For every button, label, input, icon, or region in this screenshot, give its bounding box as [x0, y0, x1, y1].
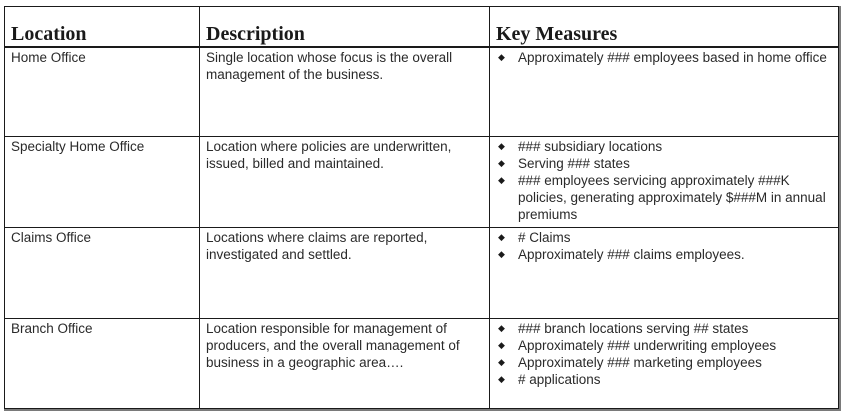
header-location: Location: [4, 6, 200, 48]
key-measures-list: ◆ # Claims ◆ Approximately ### claims empl…: [496, 229, 832, 263]
measure-text: # applications: [518, 372, 601, 387]
diamond-bullet-icon: ◆: [498, 175, 505, 185]
key-measures-cell: ◆ Approximately ### employees based in ho…: [489, 46, 839, 137]
diamond-bullet-icon: ◆: [498, 340, 505, 350]
measure-item: ◆ # Claims: [496, 229, 832, 246]
location-cell: Home Office: [4, 46, 200, 137]
measure-item: ◆ ### employees servicing approximately #…: [496, 172, 832, 223]
key-measures-list: ◆ Approximately ### employees based in ho…: [496, 49, 832, 66]
measure-item: ◆ Approximately ### underwriting employee…: [496, 337, 832, 354]
measure-text: ### subsidiary locations: [518, 139, 663, 154]
measure-text: Approximately ### employees based in hom…: [518, 49, 827, 65]
header-description: Description: [199, 6, 490, 48]
description-cell: Location where policies are underwritten…: [199, 136, 490, 228]
location-cell: Specialty Home Office: [4, 136, 200, 228]
table-row: Specialty Home Office Location where pol…: [4, 136, 839, 228]
diamond-bullet-icon: ◆: [498, 323, 505, 333]
diamond-bullet-icon: ◆: [498, 249, 505, 259]
key-measures-list: ◆ ### branch locations serving ## states …: [496, 320, 832, 388]
table-row: Branch Office Location responsible for m…: [4, 318, 839, 409]
header-row: Location Description Key Measures: [4, 6, 839, 48]
diamond-bullet-icon: ◆: [498, 357, 505, 367]
header-key-measures: Key Measures: [489, 6, 839, 48]
description-cell: Locations where claims are reported, inv…: [199, 227, 490, 319]
measure-item: ◆ ### subsidiary locations: [496, 138, 832, 155]
measure-text: Approximately ### claims employees.: [518, 247, 745, 262]
diamond-bullet-icon: ◆: [498, 374, 505, 384]
measure-item: ◆ Approximately ### employees based in ho…: [496, 49, 832, 66]
key-measures-cell: ◆ # Claims ◆ Approximately ### claims empl…: [489, 227, 839, 319]
diamond-bullet-icon: ◆: [498, 51, 505, 62]
key-measures-cell: ◆ ### branch locations serving ## states …: [489, 318, 839, 409]
location-cell: Branch Office: [4, 318, 200, 409]
measure-item: ◆ ### branch locations serving ## states: [496, 320, 832, 337]
table-row: Home Office Single location whose focus …: [4, 46, 839, 137]
table-row: Claims Office Locations where claims are…: [4, 227, 839, 319]
measure-text: # Claims: [518, 230, 571, 245]
diamond-bullet-icon: ◆: [498, 141, 505, 151]
measure-item: ◆ Approximately ### marketing employees: [496, 354, 832, 371]
description-cell: Single location whose focus is the overa…: [199, 46, 490, 137]
location-cell: Claims Office: [4, 227, 200, 319]
measure-text: Approximately ### marketing employees: [518, 355, 762, 370]
diamond-bullet-icon: ◆: [498, 158, 505, 168]
measure-item: ◆ Serving ### states: [496, 155, 832, 172]
measure-item: ◆ # applications: [496, 371, 832, 388]
key-measures-list: ◆ ### subsidiary locations ◆ Serving ### s…: [496, 138, 832, 223]
measure-text: Serving ### states: [518, 156, 630, 171]
key-measures-cell: ◆ ### subsidiary locations ◆ Serving ### s…: [489, 136, 839, 228]
locations-table: Location Description Key Measures Home O…: [4, 6, 839, 409]
measure-text: Approximately ### underwriting employees: [518, 338, 777, 353]
measure-text: ### employees servicing approximately ##…: [518, 173, 826, 222]
measure-item: ◆ Approximately ### claims employees.: [496, 246, 832, 263]
locations-table-frame: Location Description Key Measures Home O…: [4, 6, 841, 411]
diamond-bullet-icon: ◆: [498, 232, 505, 242]
measure-text: ### branch locations serving ## states: [518, 321, 749, 336]
description-cell: Location responsible for management of p…: [199, 318, 490, 409]
